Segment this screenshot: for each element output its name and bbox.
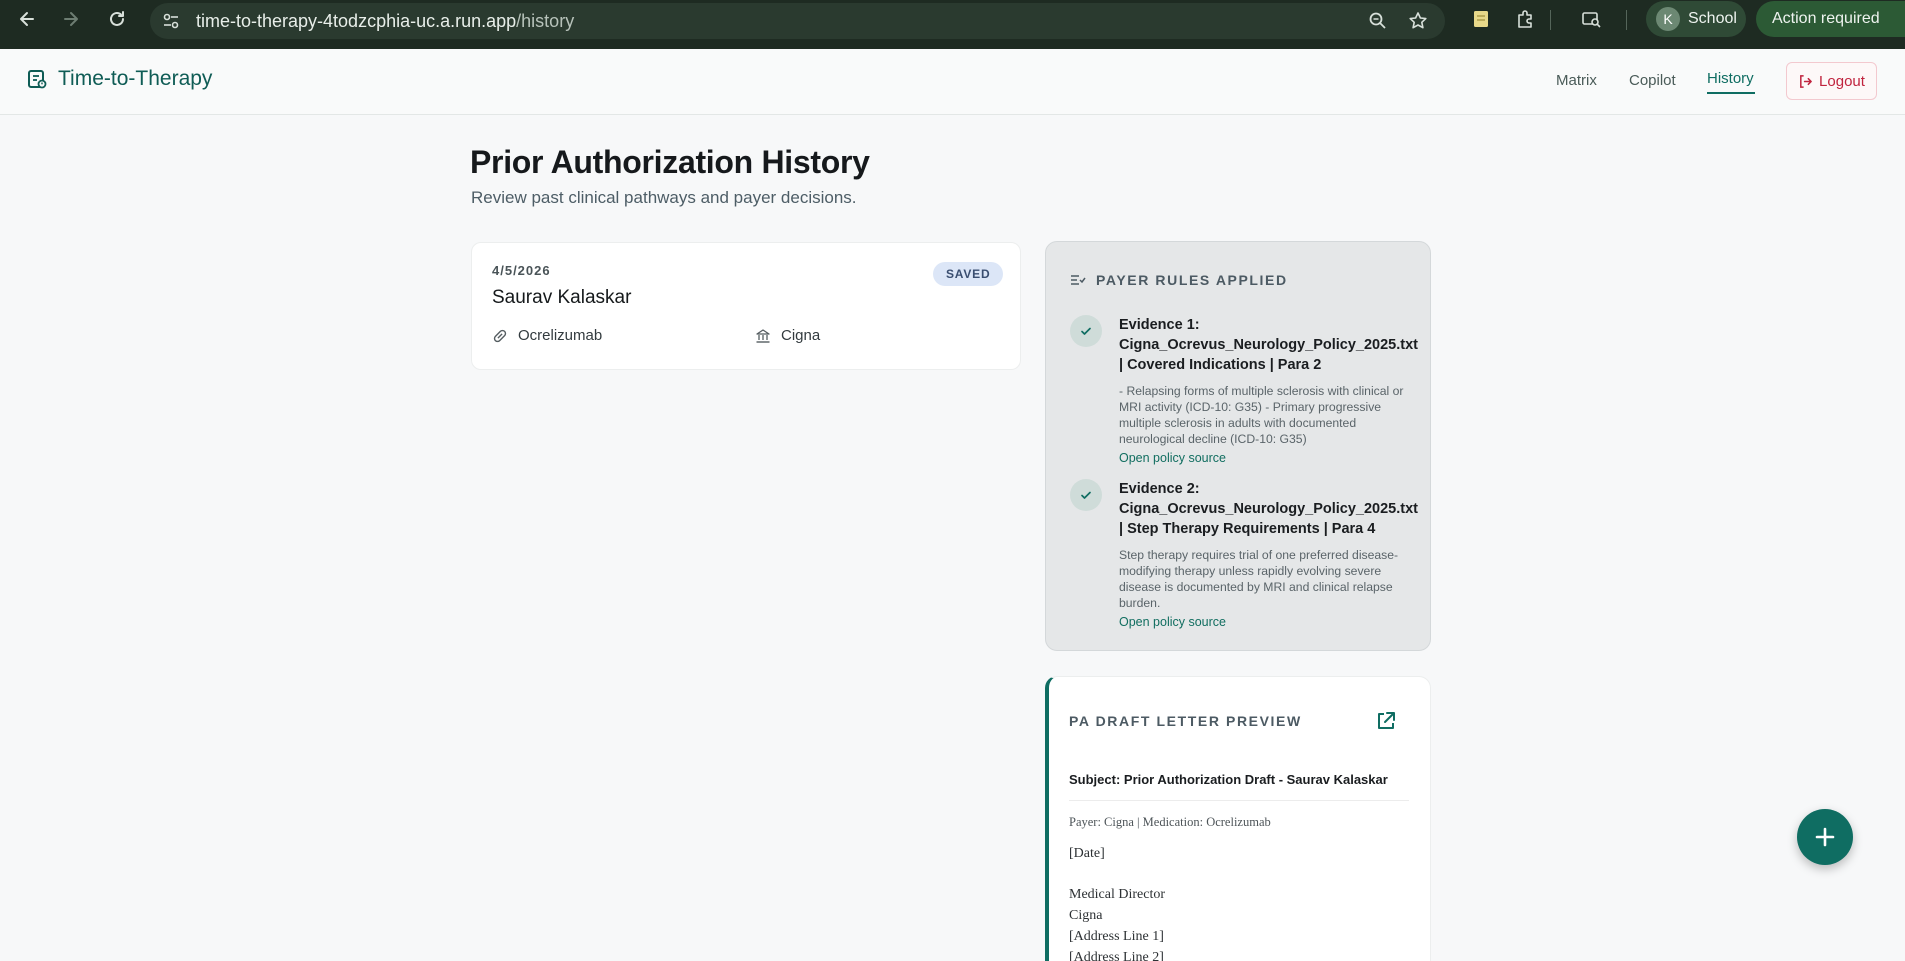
app-header: Time-to-Therapy bbox=[0, 49, 1905, 115]
action-required-label: Action required bbox=[1772, 10, 1880, 27]
nav-copilot[interactable]: Copilot bbox=[1629, 72, 1676, 89]
letter-heading: PA DRAFT LETTER PREVIEW bbox=[1069, 713, 1302, 729]
evidence-title: Evidence 2: Cigna_Ocrevus_Neurology_Poli… bbox=[1119, 481, 1418, 537]
toolbar-divider bbox=[1626, 10, 1627, 30]
evidence-title: Evidence 1: Cigna_Ocrevus_Neurology_Poli… bbox=[1119, 317, 1418, 373]
browser-toolbar: time-to-therapy-4todzcphia-uc.a.run.app/… bbox=[0, 0, 1905, 49]
patient-name: Saurav Kalaskar bbox=[492, 287, 632, 308]
payer-rules-panel: PAYER RULES APPLIED Evidence 1: Cigna_Oc… bbox=[1045, 241, 1431, 651]
letter-date-line: [Date] bbox=[1069, 846, 1105, 861]
clipboard-logo-icon bbox=[28, 70, 47, 89]
tab-search-icon[interactable] bbox=[1580, 8, 1602, 30]
check-icon bbox=[1070, 479, 1102, 511]
payer-label: Cigna bbox=[781, 327, 821, 344]
brand[interactable]: Time-to-Therapy bbox=[26, 67, 212, 91]
letter-recipient-line: [Address Line 1] bbox=[1069, 929, 1164, 944]
medication-label: Ocrelizumab bbox=[518, 327, 603, 344]
open-policy-source-link[interactable]: Open policy source bbox=[1119, 451, 1415, 465]
nav-matrix[interactable]: Matrix bbox=[1556, 72, 1597, 89]
back-icon[interactable] bbox=[16, 8, 38, 30]
active-nav-underline bbox=[1707, 92, 1755, 94]
letter-recipient-line: Medical Director bbox=[1069, 887, 1166, 902]
logout-button[interactable]: Logout bbox=[1786, 62, 1877, 100]
nav-history[interactable]: History bbox=[1707, 70, 1754, 87]
letter-meta-line: Payer: Cigna | Medication: Ocrelizumab bbox=[1069, 815, 1271, 829]
history-date: 4/5/2026 bbox=[492, 263, 551, 278]
rules-checklist-icon bbox=[1071, 275, 1086, 285]
bank-icon bbox=[756, 328, 770, 343]
pill-icon bbox=[493, 329, 507, 342]
profile-label: School bbox=[1688, 10, 1737, 27]
site-settings-icon[interactable] bbox=[162, 12, 180, 30]
letter-recipient-line: [Address Line 2] bbox=[1069, 950, 1164, 961]
logout-label: Logout bbox=[1819, 72, 1865, 90]
profile-button[interactable]: K School bbox=[1646, 1, 1746, 37]
status-badge: SAVED bbox=[933, 262, 1004, 286]
logout-icon bbox=[1800, 74, 1812, 88]
check-icon bbox=[1070, 315, 1102, 347]
add-fab-button[interactable] bbox=[1797, 809, 1853, 865]
forward-icon[interactable] bbox=[60, 8, 82, 30]
letter-subject: Subject: Prior Authorization Draft - Sau… bbox=[1069, 772, 1388, 787]
notes-extension-icon[interactable] bbox=[1470, 8, 1492, 30]
divider bbox=[1069, 800, 1409, 801]
payer-meta: Cigna bbox=[755, 327, 820, 344]
history-card[interactable]: 4/5/2026 Saurav Kalaskar SAVED Ocrelizum… bbox=[471, 242, 1021, 370]
extensions-puzzle-icon[interactable] bbox=[1514, 8, 1536, 30]
toolbar-divider bbox=[1550, 10, 1551, 30]
evidence-text: Step therapy requires trial of one prefe… bbox=[1119, 548, 1399, 610]
medication-meta: Ocrelizumab bbox=[492, 327, 602, 344]
page-title: Prior Authorization History bbox=[470, 144, 870, 180]
pa-letter-preview: PA DRAFT LETTER PREVIEW Subject: Prior A… bbox=[1045, 676, 1431, 961]
open-policy-source-link[interactable]: Open policy source bbox=[1119, 615, 1415, 629]
payer-rules-heading: PAYER RULES APPLIED bbox=[1070, 272, 1288, 288]
action-required-button[interactable]: Action required bbox=[1756, 1, 1905, 37]
page-subtitle: Review past clinical pathways and payer … bbox=[471, 188, 857, 207]
plus-icon bbox=[1815, 827, 1835, 847]
url-text: time-to-therapy-4todzcphia-uc.a.run.app/… bbox=[196, 11, 575, 31]
letter-recipient-line: Cigna bbox=[1069, 908, 1103, 923]
brand-name: Time-to-Therapy bbox=[58, 67, 213, 90]
zoom-icon[interactable] bbox=[1368, 11, 1388, 31]
address-bar[interactable]: time-to-therapy-4todzcphia-uc.a.run.app/… bbox=[150, 3, 1445, 39]
open-external-icon[interactable] bbox=[1375, 710, 1397, 732]
reload-icon[interactable] bbox=[106, 8, 128, 30]
evidence-text: - Relapsing forms of multiple sclerosis … bbox=[1119, 384, 1404, 446]
avatar: K bbox=[1656, 7, 1680, 31]
letter-body: Payer: Cigna | Medication: Ocrelizumab [… bbox=[1069, 814, 1409, 961]
bookmark-star-icon[interactable] bbox=[1408, 11, 1428, 31]
